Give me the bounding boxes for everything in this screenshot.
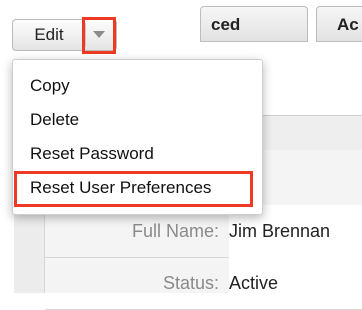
menu-item-copy[interactable]: Copy (30, 76, 70, 96)
status-label: Status: (162, 273, 219, 293)
status-value: Active (229, 257, 362, 309)
menu-item-delete[interactable]: Delete (30, 110, 79, 130)
edit-button[interactable]: Edit (13, 20, 85, 50)
tab-advanced[interactable]: ced (200, 6, 308, 42)
tab-advanced-label: ced (211, 15, 241, 34)
status-row: Status: Active (45, 257, 362, 310)
reset-preferences-highlight (14, 171, 253, 207)
menu-item-reset-password[interactable]: Reset Password (30, 144, 154, 164)
tab-access-label: Ac (337, 15, 359, 34)
tab-access[interactable]: Ac (316, 6, 362, 42)
dropdown-toggle-highlight (82, 17, 116, 54)
